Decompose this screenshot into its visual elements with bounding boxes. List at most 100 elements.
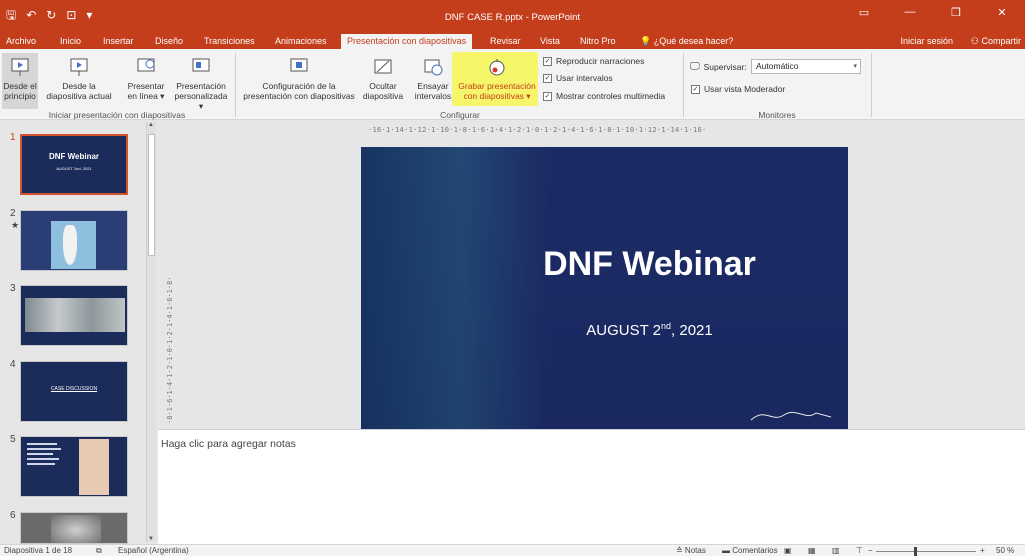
- tab-insertar[interactable]: Insertar: [103, 34, 134, 49]
- photo-image: [25, 298, 125, 332]
- setup-show-button[interactable]: Configuración de la presentación con dia…: [240, 56, 358, 101]
- status-bar: Diapositiva 1 de 18 ⧉ Español (Argentina…: [0, 544, 1025, 556]
- record-slideshow-button[interactable]: Grabar presentación con diapositivas ▾: [455, 56, 539, 101]
- slide-thumbnail-1[interactable]: DNF Webinar AUGUST 2nd, 2021: [20, 134, 128, 195]
- comments-toggle[interactable]: ▬ Comentarios: [722, 546, 778, 555]
- setup-show-icon: [290, 58, 308, 72]
- monitor-label: 🖵 Supervisar:: [690, 61, 747, 72]
- from-start-button[interactable]: Desde el principio: [2, 53, 38, 109]
- tab-archivo[interactable]: Archivo: [6, 34, 36, 49]
- horizontal-ruler: ·16·1·14·1·12·1·10·1·8·1·6·1·4·1·2·1·0·1…: [368, 126, 707, 134]
- spellcheck-icon[interactable]: ⧉: [96, 546, 102, 556]
- tab-transiciones[interactable]: Transiciones: [204, 34, 255, 49]
- zoom-slider[interactable]: [876, 547, 976, 556]
- hide-slide-button[interactable]: Ocultar diapositiva: [360, 56, 406, 101]
- custom-show-button[interactable]: Presentación personalizada ▾: [172, 56, 230, 111]
- language-status[interactable]: Español (Argentina): [118, 546, 189, 555]
- scrollbar-thumb[interactable]: [148, 134, 155, 256]
- present-online-icon: [137, 58, 155, 72]
- zoom-in-button[interactable]: +: [980, 546, 985, 555]
- bullet-list: [27, 443, 67, 473]
- from-current-icon: [70, 58, 88, 76]
- checkmark-icon: ✓: [543, 56, 552, 66]
- tab-animaciones[interactable]: Animaciones: [275, 34, 327, 49]
- normal-view-icon[interactable]: ▣: [784, 546, 792, 555]
- zoom-level[interactable]: 50 %: [996, 546, 1014, 555]
- restore-button[interactable]: ❐: [933, 6, 979, 19]
- map-shape: [63, 225, 77, 265]
- presenter-view-checkbox[interactable]: ✓ Usar vista Moderador: [691, 84, 785, 94]
- zoom-out-button[interactable]: −: [868, 546, 873, 555]
- notes-placeholder[interactable]: Haga clic para agregar notas: [161, 438, 296, 450]
- tab-inicio[interactable]: Inicio: [60, 34, 81, 49]
- ribbon: Desde el principio Desde la diapositiva …: [0, 49, 1025, 120]
- window-controls: ▭ — ❐ ✕: [841, 6, 1025, 19]
- tell-me-label: ¿Qué desea hacer?: [653, 36, 734, 46]
- show-media-controls-checkbox[interactable]: ✓ Mostrar controles multimedia: [543, 91, 665, 101]
- play-narrations-checkbox[interactable]: ✓ Reproducir narraciones: [543, 56, 644, 66]
- tab-presentacion[interactable]: Presentación con diapositivas: [341, 34, 473, 49]
- close-button[interactable]: ✕: [979, 6, 1025, 19]
- scroll-down-icon[interactable]: ▼: [148, 536, 154, 542]
- slide-thumbnail-3[interactable]: [20, 285, 128, 346]
- thumb-number: 1: [10, 132, 16, 143]
- signature-logo: [750, 411, 832, 421]
- slide-thumbnail-6[interactable]: [20, 512, 128, 544]
- tab-revisar[interactable]: Revisar: [490, 34, 521, 49]
- tell-me-search[interactable]: 💡 ¿Qué desea hacer?: [640, 34, 733, 49]
- tab-diseno[interactable]: Diseño: [155, 34, 183, 49]
- ribbon-separator: [683, 53, 684, 117]
- tab-nitro-pro[interactable]: Nitro Pro: [580, 34, 616, 49]
- rehearse-timings-icon: [424, 59, 443, 76]
- thumb-number: 3: [10, 283, 16, 294]
- share-label: Compartir: [981, 36, 1021, 46]
- scroll-up-icon[interactable]: ▲: [148, 122, 154, 128]
- thumb-number: 6: [10, 510, 16, 521]
- ribbon-display-options-icon[interactable]: ▭: [841, 6, 887, 19]
- slide-editor: ·16·1·14·1·12·1·10·1·8·1·6·1·4·1·2·1·0·1…: [158, 120, 1025, 429]
- use-timings-checkbox[interactable]: ✓ Usar intervalos: [543, 73, 613, 83]
- notes-pane[interactable]: Haga clic para agregar notas: [158, 429, 1025, 544]
- checkmark-icon: ✓: [691, 84, 700, 94]
- slideshow-view-icon[interactable]: ⊤: [856, 546, 863, 555]
- share-button[interactable]: ⚇ Compartir: [971, 34, 1021, 48]
- minimize-button[interactable]: —: [887, 6, 933, 19]
- thumb-number: 4: [10, 359, 16, 370]
- tab-vista[interactable]: Vista: [540, 34, 560, 49]
- checkmark-icon: ✓: [543, 91, 552, 101]
- reading-view-icon[interactable]: ▥: [832, 546, 840, 555]
- rehearse-timings-button[interactable]: Ensayar intervalos: [410, 56, 456, 101]
- group-label-setup: Configurar: [440, 110, 480, 120]
- sign-in-link[interactable]: Iniciar sesión: [900, 34, 953, 48]
- thumb-number: 2: [10, 208, 16, 219]
- group-label-monitors: Monitores: [758, 110, 796, 120]
- custom-show-icon: [192, 58, 210, 72]
- slide-subtitle[interactable]: AUGUST 2nd, 2021: [451, 321, 848, 339]
- thumbnails-scrollbar[interactable]: ▲ ▼: [146, 122, 156, 542]
- slide-sorter-icon[interactable]: ▦: [808, 546, 816, 555]
- hide-slide-icon: [374, 59, 392, 74]
- current-slide[interactable]: DNF Webinar AUGUST 2nd, 2021: [361, 147, 848, 429]
- zoom-slider-knob[interactable]: [914, 547, 917, 556]
- from-current-button[interactable]: Desde la diapositiva actual: [40, 56, 118, 101]
- slide-counter: Diapositiva 1 de 18: [4, 546, 73, 555]
- record-slideshow-icon: [489, 59, 505, 76]
- title-bar: 🖫 ↶ ↻ ⊡ ▾ DNF CASE R.pptx - PowerPoint ▭…: [0, 0, 1025, 34]
- ribbon-separator: [235, 53, 236, 117]
- checkmark-icon: ✓: [543, 73, 552, 83]
- chevron-down-icon: ▾: [853, 63, 857, 70]
- slide-thumbnail-5[interactable]: [20, 436, 128, 497]
- present-online-button[interactable]: Presentar en línea ▾: [122, 56, 170, 101]
- slide-overlay: [361, 147, 848, 429]
- group-label-start: Iniciar presentación con diapositivas: [48, 110, 186, 120]
- monitor-select[interactable]: Automático ▾: [751, 59, 861, 74]
- animation-star-icon: ★: [11, 220, 20, 230]
- notes-toggle[interactable]: ≙ Notas: [676, 546, 706, 555]
- slide-thumbnail-4[interactable]: CASE DISCUSSION: [20, 361, 128, 422]
- slide-thumbnail-2[interactable]: [20, 210, 128, 271]
- powerpoint-window: 🖫 ↶ ↻ ⊡ ▾ DNF CASE R.pptx - PowerPoint ▭…: [0, 0, 1025, 556]
- thumb-number: 5: [10, 434, 16, 445]
- slide-title[interactable]: DNF Webinar: [451, 245, 848, 284]
- xray-image: [51, 515, 101, 543]
- monitor-icon: 🖵: [690, 61, 700, 72]
